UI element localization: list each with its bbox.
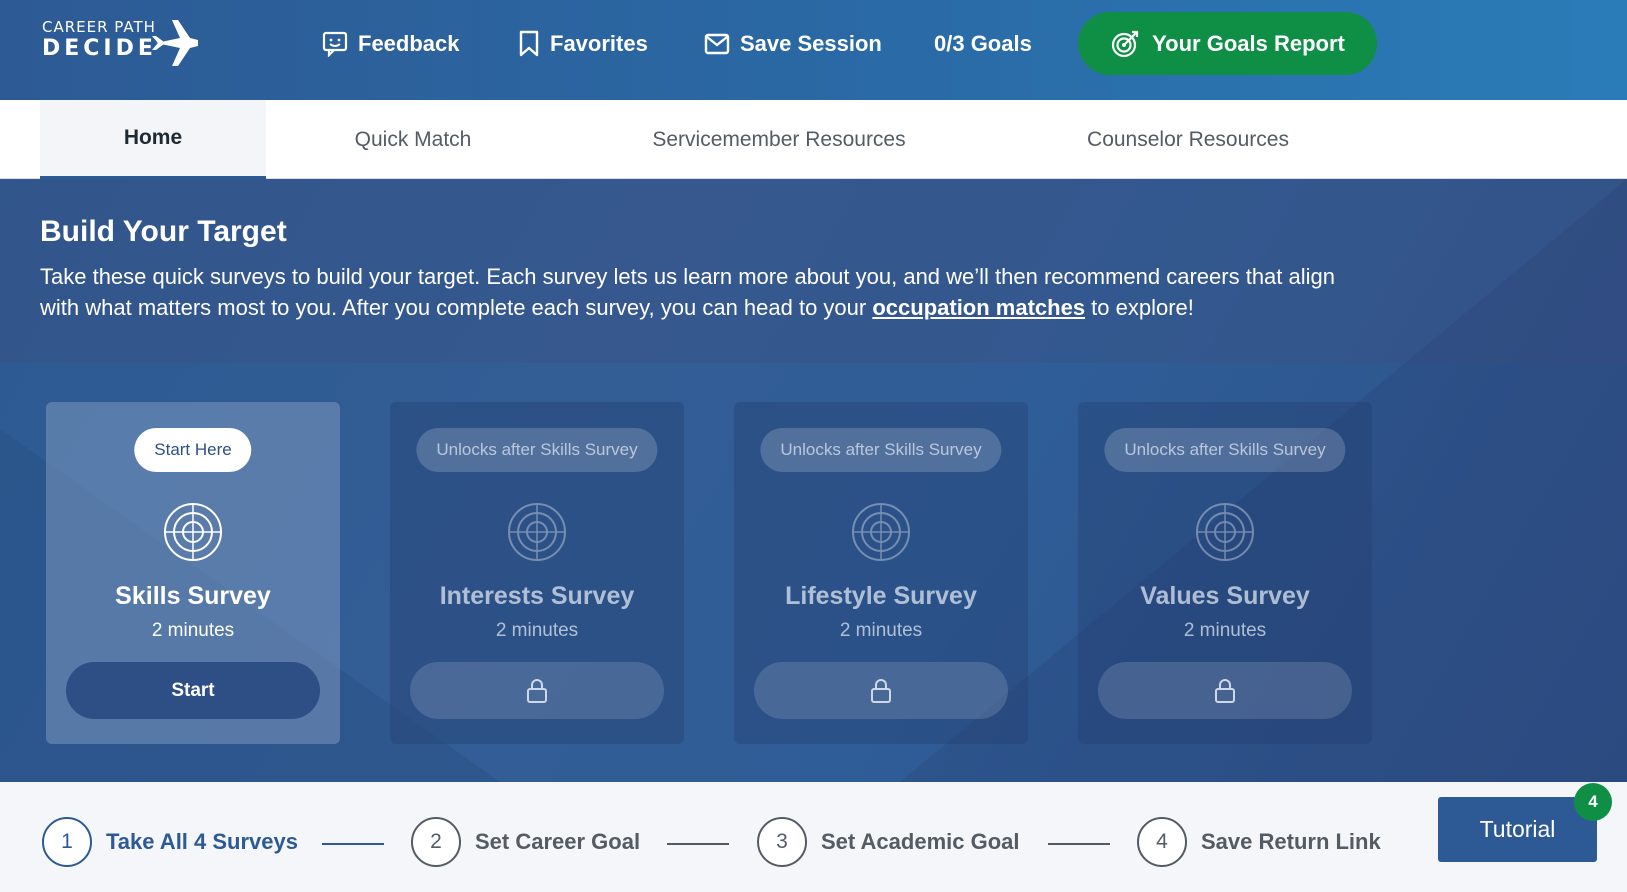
lifestyle-survey-locked-button — [754, 662, 1008, 719]
survey-card-interests: Unlocks after Skills Survey Interests Su… — [390, 402, 684, 744]
step-set-career-goal[interactable]: 2 Set Career Goal — [411, 817, 640, 867]
target-icon — [1196, 503, 1254, 561]
envelope-icon — [704, 33, 730, 55]
step-take-surveys[interactable]: 1 Take All 4 Surveys — [42, 817, 298, 867]
step-connector — [667, 843, 729, 845]
step-save-return-link[interactable]: 4 Save Return Link — [1137, 817, 1381, 867]
step-number: 3 — [757, 817, 807, 867]
step-number: 2 — [411, 817, 461, 867]
tutorial-count-badge: 4 — [1574, 783, 1612, 821]
target-icon — [164, 503, 222, 561]
main-tabs: Home Quick Match Servicemember Resources… — [0, 100, 1627, 179]
goals-report-button[interactable]: Your Goals Report — [1078, 12, 1377, 75]
target-icon — [508, 503, 566, 561]
bookmark-icon — [519, 30, 539, 57]
locked-badge: Unlocks after Skills Survey — [416, 428, 658, 472]
occupation-matches-link[interactable]: occupation matches — [872, 295, 1085, 320]
jet-icon — [152, 20, 198, 66]
step-number: 4 — [1137, 817, 1187, 867]
progress-steps: 1 Take All 4 Surveys 2 Set Career Goal 3… — [0, 782, 1627, 892]
tab-quick-match[interactable]: Quick Match — [300, 100, 526, 179]
survey-card-values: Unlocks after Skills Survey Values Surve… — [1078, 402, 1372, 744]
tab-servicemember-resources[interactable]: Servicemember Resources — [600, 100, 958, 179]
section-intro: Take these quick surveys to build your t… — [40, 261, 1340, 323]
tab-counselor-resources[interactable]: Counselor Resources — [1050, 100, 1326, 179]
survey-title: Skills Survey — [115, 582, 271, 610]
survey-card-skills: Start Here Skills Survey 2 minutes Start — [46, 402, 340, 744]
step-connector — [322, 843, 384, 845]
feedback-label: Feedback — [358, 31, 460, 56]
survey-duration: 2 minutes — [839, 620, 923, 641]
survey-duration: 2 minutes — [1183, 620, 1267, 641]
values-survey-locked-button — [1098, 662, 1352, 719]
step-set-academic-goal[interactable]: 3 Set Academic Goal — [757, 817, 1019, 867]
step-label: Save Return Link — [1201, 829, 1381, 854]
feedback-icon — [322, 31, 348, 57]
tutorial-button[interactable]: Tutorial — [1438, 797, 1597, 862]
interests-survey-locked-button — [410, 662, 664, 719]
favorites-label: Favorites — [550, 31, 648, 56]
section-title: Build Your Target — [40, 215, 287, 248]
start-here-badge: Start Here — [134, 428, 252, 472]
step-connector — [1048, 843, 1110, 845]
survey-title: Lifestyle Survey — [785, 582, 977, 610]
survey-duration: 2 minutes — [495, 620, 579, 641]
build-target-section: Build Your Target Take these quick surve… — [0, 179, 1627, 782]
step-label: Take All 4 Surveys — [106, 829, 298, 854]
lock-icon — [871, 678, 891, 703]
save-session-button[interactable]: Save Session — [704, 24, 882, 64]
lock-icon — [527, 678, 547, 703]
favorites-button[interactable]: Favorites — [518, 24, 648, 64]
intro-text-after: to explore! — [1085, 295, 1194, 320]
tab-home[interactable]: Home — [40, 100, 266, 179]
career-path-decide-logo[interactable]: CAREER PATH DECIDE — [42, 18, 202, 74]
survey-duration: 2 minutes — [151, 620, 235, 641]
survey-title: Values Survey — [1140, 582, 1310, 610]
step-number: 1 — [42, 817, 92, 867]
survey-title: Interests Survey — [439, 582, 635, 610]
target-arrow-icon — [1112, 30, 1139, 57]
goals-counter-label: 0/3 Goals — [934, 31, 1032, 56]
target-icon — [852, 503, 910, 561]
save-session-label: Save Session — [740, 31, 882, 56]
survey-card-lifestyle: Unlocks after Skills Survey Lifestyle Su… — [734, 402, 1028, 744]
step-label: Set Career Goal — [475, 829, 641, 854]
top-navigation-bar: CAREER PATH DECIDE Feedback Favorites Sa… — [0, 0, 1627, 100]
goals-counter[interactable]: 0/3 Goals — [934, 24, 1032, 64]
locked-badge: Unlocks after Skills Survey — [1104, 428, 1346, 472]
lock-icon — [1215, 678, 1235, 703]
step-label: Set Academic Goal — [821, 829, 1020, 854]
start-skills-survey-button[interactable]: Start — [66, 662, 320, 719]
goals-report-label: Your Goals Report — [1152, 30, 1345, 56]
feedback-button[interactable]: Feedback — [322, 24, 460, 64]
locked-badge: Unlocks after Skills Survey — [760, 428, 1002, 472]
